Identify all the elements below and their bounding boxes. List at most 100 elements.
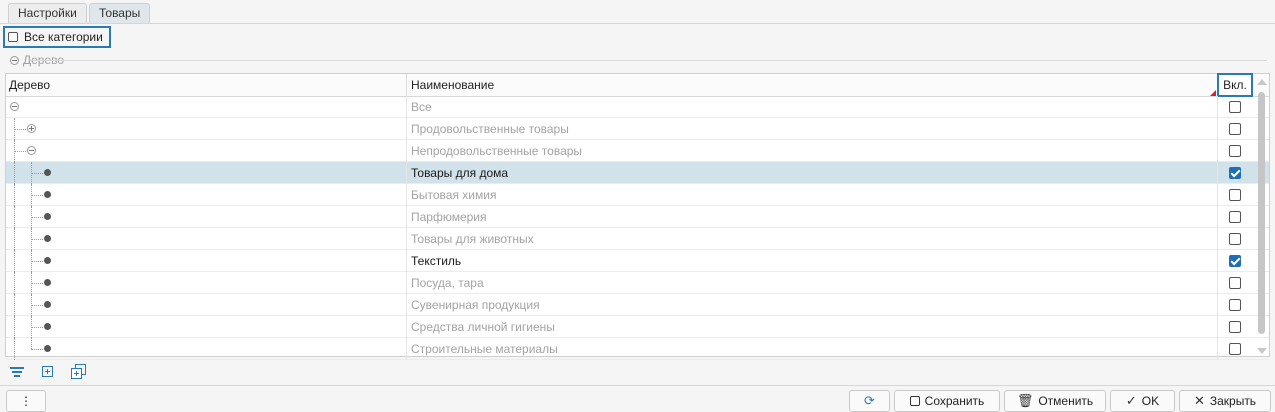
refresh-button[interactable]: ⟳ — [849, 390, 890, 412]
refresh-icon: ⟳ — [864, 393, 875, 408]
vertical-scrollbar[interactable] — [1256, 79, 1268, 354]
column-divider — [406, 272, 407, 294]
row-name: Парфюмерия — [411, 210, 487, 224]
ok-button[interactable]: ✓ OK — [1110, 390, 1175, 412]
tree-connector — [14, 228, 15, 250]
checkbox-icon[interactable] — [8, 32, 18, 42]
tree-connector — [14, 316, 15, 338]
table-row[interactable]: Текстиль — [6, 250, 1269, 272]
tree-connector — [31, 327, 43, 328]
column-divider — [406, 250, 407, 272]
all-categories-label: Все категории — [24, 30, 103, 44]
tree-connector — [14, 338, 15, 360]
table-row[interactable]: Сувенирная продукция — [6, 294, 1269, 316]
category-tree-grid: Дерево Наименование Вкл. Все Продовольств… — [5, 73, 1270, 360]
leaf-node-icon — [44, 323, 51, 330]
add-copy-icon[interactable] — [70, 364, 86, 380]
collapse-icon[interactable] — [27, 146, 36, 155]
table-row[interactable]: Продовольственные товары — [6, 118, 1269, 140]
tree-connector — [14, 162, 15, 184]
leaf-node-icon — [44, 301, 51, 308]
table-row[interactable]: Средства личной гигиены — [6, 316, 1269, 338]
cancel-button[interactable]: 🗑 Отменить — [1004, 390, 1106, 412]
included-checkbox[interactable] — [1229, 167, 1241, 179]
column-divider — [1217, 250, 1218, 272]
row-name: Сувенирная продукция — [411, 298, 540, 312]
included-checkbox[interactable] — [1229, 277, 1241, 289]
included-checkbox[interactable] — [1229, 123, 1241, 135]
table-row[interactable]: Посуда, тара — [6, 272, 1269, 294]
more-button[interactable]: ⋮ — [6, 390, 46, 412]
grid-toolbar — [10, 364, 86, 380]
footer-divider — [0, 385, 1275, 386]
column-header-tree[interactable]: Дерево — [9, 74, 50, 96]
row-name: Строительные материалы — [411, 342, 558, 356]
all-categories-checkbox[interactable]: Все категории — [3, 26, 111, 48]
tree-connector — [31, 349, 43, 350]
close-button[interactable]: ✕ Закрыть — [1179, 390, 1271, 412]
column-divider — [1217, 338, 1218, 360]
row-name: Непродовольственные товары — [411, 144, 583, 158]
row-name: Бытовая химия — [411, 188, 497, 202]
tree-connector — [31, 239, 43, 240]
column-header-name[interactable]: Наименование — [411, 74, 494, 96]
tree-connector — [14, 294, 15, 316]
table-row[interactable]: Товары для животных — [6, 228, 1269, 250]
column-divider — [406, 338, 407, 360]
table-row[interactable]: Бытовая химия — [6, 184, 1269, 206]
column-divider — [1217, 96, 1218, 118]
leaf-node-icon — [44, 257, 51, 264]
more-icon: ⋮ — [20, 394, 32, 408]
column-divider — [1217, 140, 1218, 162]
table-row[interactable]: Непродовольственные товары — [6, 140, 1269, 162]
scroll-up-icon[interactable] — [1257, 79, 1267, 85]
column-divider — [1217, 206, 1218, 228]
table-row[interactable]: Парфюмерия — [6, 206, 1269, 228]
column-divider — [406, 294, 407, 316]
included-checkbox[interactable] — [1229, 299, 1241, 311]
tree-connector — [14, 151, 26, 152]
collapse-icon[interactable] — [10, 102, 19, 111]
grid-rows: Все Продовольственные товары Непродовольст… — [6, 96, 1269, 360]
column-divider — [1217, 272, 1218, 294]
included-checkbox[interactable] — [1229, 211, 1241, 223]
group-divider — [30, 60, 1267, 61]
column-divider — [1217, 228, 1218, 250]
included-checkbox[interactable] — [1229, 189, 1241, 201]
table-row[interactable]: Строительные материалы — [6, 338, 1269, 360]
filter-icon[interactable] — [10, 364, 26, 380]
expand-icon[interactable] — [27, 124, 36, 133]
tree-connector — [31, 305, 43, 306]
row-name: Посуда, тара — [411, 276, 484, 290]
table-row[interactable]: Все — [6, 96, 1269, 118]
scroll-thumb[interactable] — [1258, 92, 1265, 334]
included-checkbox[interactable] — [1229, 321, 1241, 333]
row-name: Товары для животных — [411, 232, 534, 246]
column-divider — [1217, 294, 1218, 316]
included-checkbox[interactable] — [1229, 343, 1241, 355]
row-name: Текстиль — [411, 254, 462, 268]
column-divider — [406, 162, 407, 184]
tab-goods[interactable]: Товары — [89, 3, 151, 23]
leaf-node-icon — [44, 235, 51, 242]
column-header-included[interactable]: Вкл. — [1217, 73, 1253, 97]
collapse-icon[interactable] — [10, 55, 19, 65]
included-checkbox[interactable] — [1229, 233, 1241, 245]
column-divider — [406, 316, 407, 338]
trash-icon: 🗑 — [1016, 393, 1034, 408]
table-row[interactable]: Товары для дома — [6, 162, 1269, 184]
scroll-down-icon[interactable] — [1257, 348, 1267, 354]
column-divider — [406, 74, 407, 96]
tree-connector — [31, 195, 43, 196]
tree-connector — [14, 250, 15, 272]
column-divider — [406, 184, 407, 206]
included-checkbox[interactable] — [1229, 255, 1241, 267]
check-icon: ✓ — [1125, 393, 1137, 408]
add-icon[interactable] — [40, 364, 56, 380]
save-button[interactable]: Сохранить — [894, 390, 1000, 412]
column-divider — [406, 206, 407, 228]
included-checkbox[interactable] — [1229, 101, 1241, 113]
column-divider — [1217, 118, 1218, 140]
included-checkbox[interactable] — [1229, 145, 1241, 157]
tab-settings[interactable]: Настройки — [8, 3, 87, 23]
